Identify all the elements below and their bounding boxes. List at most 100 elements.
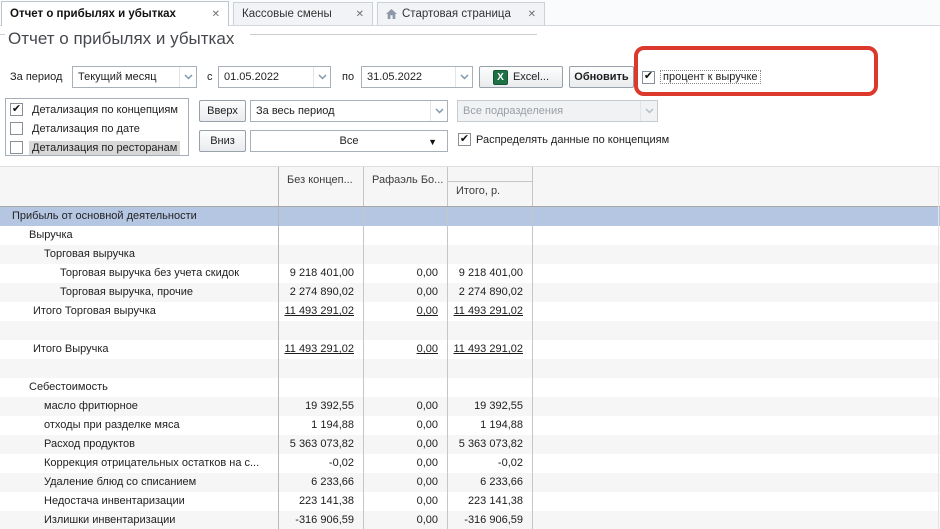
date-from-field[interactable]: 01.05.2022 bbox=[218, 66, 331, 88]
percent-of-revenue-label[interactable]: процент к выручке bbox=[660, 70, 761, 84]
date-to-field[interactable]: 31.05.2022 bbox=[361, 66, 473, 88]
table-row[interactable] bbox=[0, 359, 940, 378]
table-row[interactable]: Излишки инвентаризации -316 906,59 0,00 … bbox=[0, 511, 940, 529]
cell-value bbox=[279, 321, 364, 340]
detalization-item-concepts[interactable]: ✔ Детализация по концепциям bbox=[6, 100, 188, 119]
table-row[interactable]: Торговая выручка, прочие 2 274 890,02 0,… bbox=[0, 283, 940, 302]
refresh-button[interactable]: Обновить bbox=[569, 66, 634, 88]
cell-value bbox=[279, 378, 364, 397]
percent-of-revenue-option: ✔ процент к выручке bbox=[642, 70, 761, 84]
chevron-down-icon bbox=[435, 108, 444, 114]
date-to-label: по bbox=[342, 66, 354, 88]
table-row[interactable]: Торговая выручка bbox=[0, 245, 940, 264]
cell-value: 223 141,38 bbox=[279, 492, 364, 511]
row-label: Итого Выручка bbox=[0, 340, 279, 359]
row-label: Себестоимость bbox=[0, 378, 279, 397]
percent-of-revenue-checkbox[interactable]: ✔ bbox=[642, 71, 655, 84]
cell-value bbox=[279, 226, 364, 245]
date-from-drop-button[interactable] bbox=[313, 67, 330, 87]
row-label: Выручка bbox=[0, 226, 279, 245]
tab-cash-shifts[interactable]: Кассовые смены ✕ bbox=[233, 2, 373, 25]
tab-label: Кассовые смены bbox=[242, 8, 332, 20]
cell-value: 6 233,66 bbox=[279, 473, 364, 492]
cell-value: 11 493 291,02 bbox=[448, 340, 533, 359]
detalization-date-checkbox[interactable] bbox=[10, 122, 23, 135]
move-down-button[interactable]: Вниз bbox=[199, 130, 246, 152]
table-row[interactable]: Выручка bbox=[0, 226, 940, 245]
table-header: Без концеп... Рафаэль Бо... Итого, р. bbox=[0, 166, 940, 207]
cell-value: 9 218 401,00 bbox=[279, 264, 364, 283]
cell-value: 11 493 291,02 bbox=[448, 302, 533, 321]
row-label: Недостача инвентаризации bbox=[0, 492, 279, 511]
table-row[interactable]: отходы при разделке мяса 1 194,88 0,00 1… bbox=[0, 416, 940, 435]
cell-value: -316 906,59 bbox=[279, 511, 364, 529]
table-row[interactable]: Коррекция отрицательных остатков на с...… bbox=[0, 454, 940, 473]
row-label: Расход продуктов bbox=[0, 435, 279, 454]
home-icon bbox=[386, 9, 397, 19]
combobox-drop-button[interactable] bbox=[179, 67, 196, 87]
period-label: За период bbox=[10, 66, 62, 88]
column-header-no-concept[interactable]: Без концеп... bbox=[279, 167, 364, 206]
move-up-button[interactable]: Вверх bbox=[199, 100, 246, 122]
table-row[interactable]: Себестоимость bbox=[0, 378, 940, 397]
cell-value: 0,00 bbox=[364, 454, 448, 473]
combobox-value: Текущий месяц bbox=[73, 71, 179, 83]
subdivisions-combobox: Все подразделения bbox=[457, 100, 658, 122]
cell-value: 9 218 401,00 bbox=[448, 264, 533, 283]
cell-value: 19 392,55 bbox=[279, 397, 364, 416]
dropdown-triangle-icon: ▼ bbox=[428, 137, 437, 147]
groupbox-line bbox=[250, 34, 537, 35]
cell-value: 2 274 890,02 bbox=[448, 283, 533, 302]
table-row[interactable]: масло фритюрное 19 392,55 0,00 19 392,55 bbox=[0, 397, 940, 416]
cell-value bbox=[364, 226, 448, 245]
period-preset-combobox[interactable]: Текущий месяц bbox=[72, 66, 197, 88]
combobox-value: Все подразделения bbox=[458, 105, 640, 117]
column-header-rafael[interactable]: Рафаэль Бо... bbox=[364, 167, 448, 206]
table-row[interactable]: Расход продуктов 5 363 073,82 0,00 5 363… bbox=[0, 435, 940, 454]
detalization-item-date[interactable]: Детализация по дате bbox=[6, 119, 188, 138]
cell-value bbox=[364, 359, 448, 378]
table-row[interactable]: Торговая выручка без учета скидок 9 218 … bbox=[0, 264, 940, 283]
table-row[interactable]: Удаление блюд со списанием 6 233,66 0,00… bbox=[0, 473, 940, 492]
excel-export-button[interactable]: X Excel... bbox=[479, 66, 563, 88]
detalization-item-restaurants[interactable]: Детализация по ресторанам bbox=[6, 138, 188, 157]
cell-value: 11 493 291,02 bbox=[279, 340, 364, 359]
move-down-label: Вниз bbox=[210, 135, 235, 147]
column-header-total[interactable]: Итого, р. bbox=[448, 167, 533, 206]
cell-value: 5 363 073,82 bbox=[279, 435, 364, 454]
tab-profit-loss-report[interactable]: Отчет о прибылях и убытках ✕ bbox=[1, 1, 229, 26]
detalization-concepts-checkbox[interactable]: ✔ bbox=[10, 103, 23, 116]
close-icon[interactable]: ✕ bbox=[348, 9, 364, 20]
cell-value bbox=[448, 207, 533, 226]
table-row[interactable]: Недостача инвентаризации 223 141,38 0,00… bbox=[0, 492, 940, 511]
move-up-label: Вверх bbox=[207, 105, 238, 117]
detalization-restaurants-checkbox[interactable] bbox=[10, 141, 23, 154]
tab-label: Отчет о прибылях и убытках bbox=[10, 8, 176, 20]
distribute-data-label[interactable]: Распределять данные по концепциям bbox=[476, 134, 669, 146]
table-row[interactable]: Прибыль от основной деятельности bbox=[0, 207, 940, 226]
table-row[interactable]: Итого Выручка 11 493 291,02 0,00 11 493 … bbox=[0, 340, 940, 359]
close-icon[interactable]: ✕ bbox=[520, 9, 536, 20]
period-scope-combobox[interactable]: За весь период bbox=[250, 100, 448, 122]
cell-value: 0,00 bbox=[364, 340, 448, 359]
cell-value: 0,00 bbox=[364, 492, 448, 511]
table-row[interactable]: Итого Торговая выручка 11 493 291,02 0,0… bbox=[0, 302, 940, 321]
detalization-item-label: Детализация по дате bbox=[29, 122, 143, 136]
distribute-data-checkbox[interactable]: ✔ bbox=[458, 133, 471, 146]
cell-value: 6 233,66 bbox=[448, 473, 533, 492]
cell-value: 0,00 bbox=[364, 511, 448, 529]
category-filter-dropdown[interactable]: Все ▼ bbox=[250, 130, 448, 152]
close-icon[interactable]: ✕ bbox=[204, 9, 220, 20]
cell-value: 0,00 bbox=[364, 397, 448, 416]
table-row[interactable] bbox=[0, 321, 940, 340]
cell-value bbox=[364, 321, 448, 340]
filter-value: Все bbox=[340, 135, 359, 147]
cell-value: 0,00 bbox=[364, 435, 448, 454]
date-to-drop-button[interactable] bbox=[455, 67, 472, 87]
cell-value bbox=[279, 207, 364, 226]
tab-start-page[interactable]: Стартовая страница ✕ bbox=[377, 2, 545, 25]
combobox-drop-button[interactable] bbox=[430, 101, 447, 121]
cell-value: 0,00 bbox=[364, 264, 448, 283]
cell-value bbox=[364, 207, 448, 226]
grid-right-edge bbox=[938, 166, 939, 529]
